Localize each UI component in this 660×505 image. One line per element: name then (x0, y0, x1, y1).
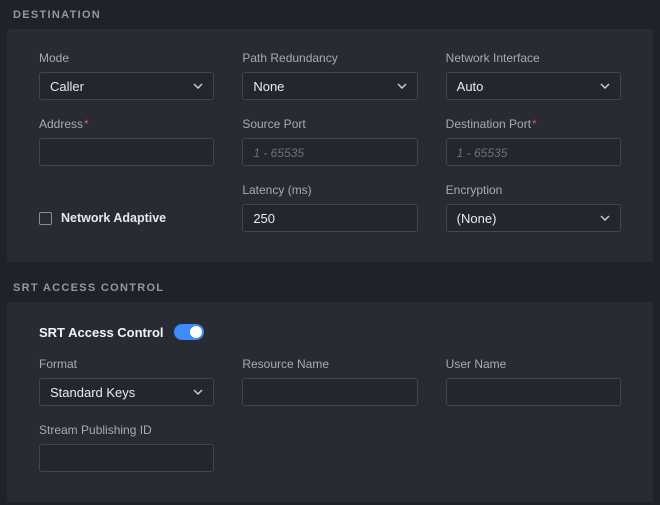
encryption-label: Encryption (446, 183, 621, 197)
user-name-label: User Name (446, 357, 621, 371)
chevron-down-icon (193, 83, 203, 89)
resource-name-label: Resource Name (242, 357, 417, 371)
stream-publishing-id-field: Stream Publishing ID (39, 423, 214, 472)
chevron-down-icon (193, 389, 203, 395)
path-redundancy-select[interactable]: None (242, 72, 417, 100)
format-field: Format Standard Keys (39, 357, 214, 406)
srt-access-control-section-title: SRT ACCESS CONTROL (0, 262, 660, 302)
required-asterisk: * (532, 117, 537, 131)
encryption-select[interactable]: (None) (446, 204, 621, 232)
source-port-label: Source Port (242, 117, 417, 131)
latency-input[interactable] (242, 204, 417, 232)
address-field: Address* (39, 117, 214, 166)
network-adaptive-field: Network Adaptive (39, 211, 214, 225)
srt-access-control-panel: SRT Access Control Format Standard Keys … (7, 302, 653, 502)
srt-access-control-toggle[interactable] (174, 324, 204, 340)
latency-field: Latency (ms) (242, 183, 417, 232)
encryption-field: Encryption (None) (446, 183, 621, 232)
mode-label: Mode (39, 51, 214, 65)
network-adaptive-label: Network Adaptive (61, 211, 166, 225)
mode-select-value: Caller (50, 79, 84, 94)
format-label: Format (39, 357, 214, 371)
srt-access-control-toggle-row: SRT Access Control (39, 324, 621, 340)
source-port-input[interactable] (242, 138, 417, 166)
chevron-down-icon (600, 83, 610, 89)
destination-port-field: Destination Port* (446, 117, 621, 166)
resource-name-input[interactable] (242, 378, 417, 406)
destination-port-label: Destination Port* (446, 117, 621, 131)
mode-select[interactable]: Caller (39, 72, 214, 100)
destination-port-label-text: Destination Port (446, 117, 531, 131)
stream-publishing-id-label: Stream Publishing ID (39, 423, 214, 437)
format-select-value: Standard Keys (50, 385, 135, 400)
network-interface-select[interactable]: Auto (446, 72, 621, 100)
stream-publishing-id-input[interactable] (39, 444, 214, 472)
address-label-text: Address (39, 117, 83, 131)
encryption-select-value: (None) (457, 211, 497, 226)
srt-access-control-label: SRT Access Control (39, 325, 164, 340)
destination-section-title: DESTINATION (0, 0, 660, 29)
path-redundancy-field: Path Redundancy None (242, 51, 417, 100)
network-adaptive-checkbox[interactable] (39, 212, 52, 225)
destination-port-input[interactable] (446, 138, 621, 166)
chevron-down-icon (600, 215, 610, 221)
required-asterisk: * (84, 117, 89, 131)
network-interface-field: Network Interface Auto (446, 51, 621, 100)
network-interface-label: Network Interface (446, 51, 621, 65)
user-name-field: User Name (446, 357, 621, 406)
mode-field: Mode Caller (39, 51, 214, 100)
network-interface-select-value: Auto (457, 79, 484, 94)
toggle-knob (190, 326, 202, 338)
chevron-down-icon (397, 83, 407, 89)
address-label: Address* (39, 117, 214, 131)
address-input[interactable] (39, 138, 214, 166)
latency-label: Latency (ms) (242, 183, 417, 197)
path-redundancy-label: Path Redundancy (242, 51, 417, 65)
format-select[interactable]: Standard Keys (39, 378, 214, 406)
source-port-field: Source Port (242, 117, 417, 166)
user-name-input[interactable] (446, 378, 621, 406)
path-redundancy-select-value: None (253, 79, 284, 94)
resource-name-field: Resource Name (242, 357, 417, 406)
destination-panel: Mode Caller Path Redundancy None Network… (7, 29, 653, 262)
